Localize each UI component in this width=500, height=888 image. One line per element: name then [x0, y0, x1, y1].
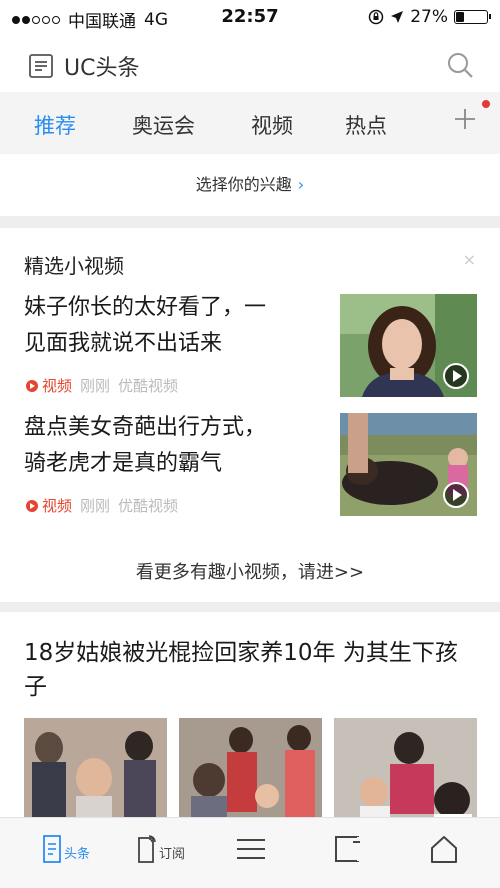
- app-logo[interactable]: UC头条: [28, 50, 139, 82]
- publish-time: 刚刚: [80, 497, 111, 515]
- nav-label: 头条: [64, 847, 91, 862]
- rotation-lock-icon: [368, 9, 384, 25]
- choose-interest-bar[interactable]: 选择你的兴趣 ›: [0, 154, 500, 216]
- video-tag: 视频: [26, 375, 72, 396]
- channel-tabs: 推荐 奥运会 视频 热点: [0, 92, 500, 154]
- chevron-right-icon: ›: [297, 175, 305, 194]
- featured-video-section: 精选小视频 × 妹子你长的太好看了，一 见面我就说不出话来 视频 刚刚 优酷视频…: [0, 228, 500, 602]
- status-bar: 中国联通 4G 22:57 27%: [0, 0, 500, 34]
- news-logo-icon: [29, 54, 53, 78]
- video-tag-icon: [26, 499, 38, 512]
- nav-windows[interactable]: [333, 834, 363, 864]
- choose-interest-label: 选择你的兴趣: [195, 175, 292, 194]
- battery-icon: [454, 10, 491, 24]
- source-name: 优酷视频: [118, 377, 179, 395]
- video-thumbnail[interactable]: [340, 294, 477, 397]
- location-arrow-icon: [391, 11, 404, 23]
- app-name: UC头条: [64, 56, 140, 81]
- plus-icon[interactable]: [450, 104, 480, 134]
- nav-headlines[interactable]: 头条: [42, 834, 90, 864]
- battery-percent: 27%: [410, 7, 448, 27]
- video-title-line: 盘点美女奇葩出行方式，: [24, 415, 267, 440]
- section-title: 精选小视频: [24, 254, 124, 278]
- video-meta: 视频 刚刚 优酷视频: [26, 375, 178, 396]
- tab-hot[interactable]: 热点: [345, 110, 387, 140]
- video-tag-icon: [26, 379, 38, 392]
- tab-olympics[interactable]: 奥运会: [132, 110, 195, 140]
- nav-subscribe[interactable]: 订阅: [137, 834, 185, 864]
- tab-recommend[interactable]: 推荐: [34, 110, 76, 140]
- home-icon: [431, 836, 457, 863]
- tab-video[interactable]: 视频: [251, 110, 293, 140]
- subscribe-icon: [138, 835, 156, 863]
- source-name: 优酷视频: [118, 497, 179, 515]
- status-right: 27%: [368, 7, 491, 27]
- more-videos-link[interactable]: 看更多有趣小视频，请进>>: [0, 558, 500, 584]
- news-icon: [43, 835, 61, 863]
- video-tag: 视频: [26, 495, 72, 516]
- new-channel-badge: [482, 100, 490, 108]
- search-icon[interactable]: [446, 51, 474, 79]
- news-title: 18岁姑娘被光棍捡回家养10年 为其生下孩子: [24, 640, 458, 700]
- nav-label: 订阅: [159, 847, 186, 862]
- video-item-title[interactable]: 盘点美女奇葩出行方式， 骑老虎才是真的霸气: [24, 410, 324, 482]
- menu-icon: [237, 839, 265, 859]
- video-title-line: 见面我就说不出话来: [24, 331, 223, 356]
- video-title-line: 骑老虎才是真的霸气: [24, 451, 223, 476]
- news-card[interactable]: 18岁姑娘被光棍捡回家养10年 为其生下孩子: [0, 612, 500, 838]
- nav-home[interactable]: [428, 834, 460, 864]
- nav-menu[interactable]: [235, 834, 267, 864]
- video-meta: 视频 刚刚 优酷视频: [26, 495, 178, 516]
- bottom-navigation: 头条 订阅: [0, 817, 500, 888]
- video-title-line: 妹子你长的太好看了，一: [24, 295, 267, 320]
- close-icon[interactable]: ×: [463, 250, 476, 269]
- video-thumbnail[interactable]: [340, 413, 477, 516]
- app-header: UC头条: [0, 34, 500, 92]
- publish-time: 刚刚: [80, 377, 111, 395]
- play-icon: [443, 482, 469, 508]
- windows-icon: [335, 836, 360, 862]
- video-item-title[interactable]: 妹子你长的太好看了，一 见面我就说不出话来: [24, 290, 324, 362]
- play-icon: [443, 363, 469, 389]
